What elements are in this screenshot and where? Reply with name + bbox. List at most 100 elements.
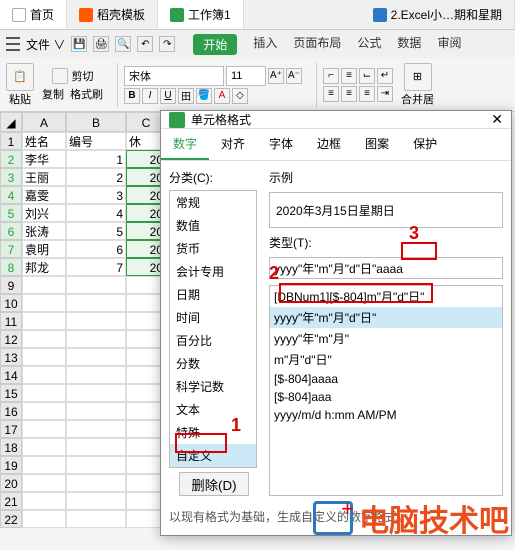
qat-preview-icon[interactable]: 🔍 (115, 36, 131, 52)
tab-number[interactable]: 数字 (161, 129, 209, 160)
category-item[interactable]: 分数 (170, 352, 256, 375)
ribbon-tab-insert[interactable]: 插入 (253, 34, 277, 55)
file-menu[interactable]: 文件 ∨ (26, 36, 65, 53)
cell[interactable]: 姓名 (22, 132, 66, 150)
cell[interactable]: 5 (66, 222, 126, 240)
align-center-icon[interactable]: ≡ (341, 86, 357, 102)
type-list[interactable]: [DBNum1][$-804]m"月"d"日"yyyy"年"m"月"d"日"yy… (269, 285, 503, 496)
row-header[interactable]: 18 (0, 438, 22, 456)
underline-icon[interactable]: U (160, 88, 176, 104)
cell[interactable] (22, 366, 66, 384)
wrap-text-icon[interactable]: ↵ (377, 68, 393, 84)
cell[interactable] (66, 438, 126, 456)
cell[interactable] (22, 348, 66, 366)
align-top-icon[interactable]: ⌐ (323, 68, 339, 84)
ribbon-tab-start[interactable]: 开始 (193, 34, 237, 55)
cell[interactable]: 3 (66, 186, 126, 204)
row-header[interactable]: 22 (0, 510, 22, 528)
cut-icon[interactable] (52, 68, 68, 84)
align-left-icon[interactable]: ≡ (323, 86, 339, 102)
row-header[interactable]: 12 (0, 330, 22, 348)
close-icon[interactable]: ✕ (491, 111, 503, 128)
cell[interactable]: 刘兴 (22, 204, 66, 222)
row-header[interactable]: 3 (0, 168, 22, 186)
align-bottom-icon[interactable]: ⌙ (359, 68, 375, 84)
tab-border[interactable]: 边框 (305, 129, 353, 160)
cell[interactable] (22, 276, 66, 294)
row-header[interactable]: 21 (0, 492, 22, 510)
tab-daoke[interactable]: 稻壳模板 (67, 0, 158, 29)
tab-align[interactable]: 对齐 (209, 129, 257, 160)
row-header[interactable]: 20 (0, 474, 22, 492)
increase-font-icon[interactable]: A⁺ (268, 68, 284, 84)
cell[interactable] (66, 276, 126, 294)
row-header[interactable]: 2 (0, 150, 22, 168)
paste-group[interactable]: 📋 粘贴 (6, 63, 34, 107)
cell[interactable] (22, 330, 66, 348)
cell[interactable] (22, 294, 66, 312)
select-all-corner[interactable]: ◢ (0, 112, 22, 132)
align-right-icon[interactable]: ≡ (359, 86, 375, 102)
row-header[interactable]: 10 (0, 294, 22, 312)
cell[interactable] (66, 420, 126, 438)
delete-button[interactable]: 删除(D) (179, 472, 249, 496)
category-list[interactable]: 常规数值货币会计专用日期时间百分比分数科学记数文本特殊自定义 (169, 190, 257, 468)
category-item[interactable]: 常规 (170, 191, 256, 214)
row-header[interactable]: 14 (0, 366, 22, 384)
merge-group[interactable]: ⊞ 合并居 (401, 63, 434, 107)
cell[interactable]: 李华 (22, 150, 66, 168)
qat-undo-icon[interactable]: ↶ (137, 36, 153, 52)
tab-workbook[interactable]: 工作簿1 (158, 0, 244, 29)
row-header[interactable]: 6 (0, 222, 22, 240)
row-header[interactable]: 11 (0, 312, 22, 330)
cell[interactable] (66, 510, 126, 528)
cell[interactable] (66, 348, 126, 366)
align-middle-icon[interactable]: ≡ (341, 68, 357, 84)
font-color-icon[interactable]: A (214, 88, 230, 104)
cell[interactable] (22, 402, 66, 420)
cell[interactable]: 2 (66, 168, 126, 186)
qat-print-icon[interactable]: 🖨 (93, 36, 109, 52)
tab-excel-file[interactable]: 2.Excel小…期和星期 (361, 0, 515, 29)
cell[interactable] (22, 492, 66, 510)
category-item[interactable]: 自定义 (170, 444, 256, 467)
italic-icon[interactable]: I (142, 88, 158, 104)
type-item[interactable]: yyyy"年"m"月" (270, 328, 502, 349)
type-item[interactable]: [$-804]aaa (270, 388, 502, 406)
type-item[interactable]: [$-804]aaaa (270, 370, 502, 388)
qat-redo-icon[interactable]: ↷ (159, 36, 175, 52)
fill-color-icon[interactable]: 🪣 (196, 88, 212, 104)
row-header[interactable]: 19 (0, 456, 22, 474)
clear-format-icon[interactable]: ◇ (232, 88, 248, 104)
category-item[interactable]: 文本 (170, 398, 256, 421)
cell[interactable] (66, 456, 126, 474)
cell[interactable]: 邦龙 (22, 258, 66, 276)
type-item[interactable]: m"月"d"日" (270, 349, 502, 370)
ribbon-tab-data[interactable]: 数据 (397, 34, 421, 55)
row-header[interactable]: 17 (0, 420, 22, 438)
cell[interactable]: 编号 (66, 132, 126, 150)
row-header[interactable]: 13 (0, 348, 22, 366)
cell[interactable] (66, 366, 126, 384)
row-header[interactable]: 4 (0, 186, 22, 204)
type-item[interactable]: yyyy"年"m"月"d"日" (270, 307, 502, 328)
cell[interactable] (66, 492, 126, 510)
cell[interactable] (22, 384, 66, 402)
font-size-select[interactable]: 11 (226, 66, 266, 86)
ribbon-tab-review[interactable]: 审阅 (437, 34, 461, 55)
cell[interactable] (22, 456, 66, 474)
row-header[interactable]: 16 (0, 402, 22, 420)
cell[interactable] (66, 312, 126, 330)
row-header[interactable]: 8 (0, 258, 22, 276)
row-header[interactable]: 7 (0, 240, 22, 258)
category-item[interactable]: 科学记数 (170, 375, 256, 398)
cell[interactable]: 王丽 (22, 168, 66, 186)
row-header[interactable]: 1 (0, 132, 22, 150)
copy-button[interactable]: 复制 (42, 86, 64, 102)
cell[interactable] (22, 438, 66, 456)
col-header-a[interactable]: A (22, 112, 66, 132)
cell[interactable]: 张涛 (22, 222, 66, 240)
cell[interactable] (22, 474, 66, 492)
cell[interactable]: 4 (66, 204, 126, 222)
cell[interactable]: 袁明 (22, 240, 66, 258)
